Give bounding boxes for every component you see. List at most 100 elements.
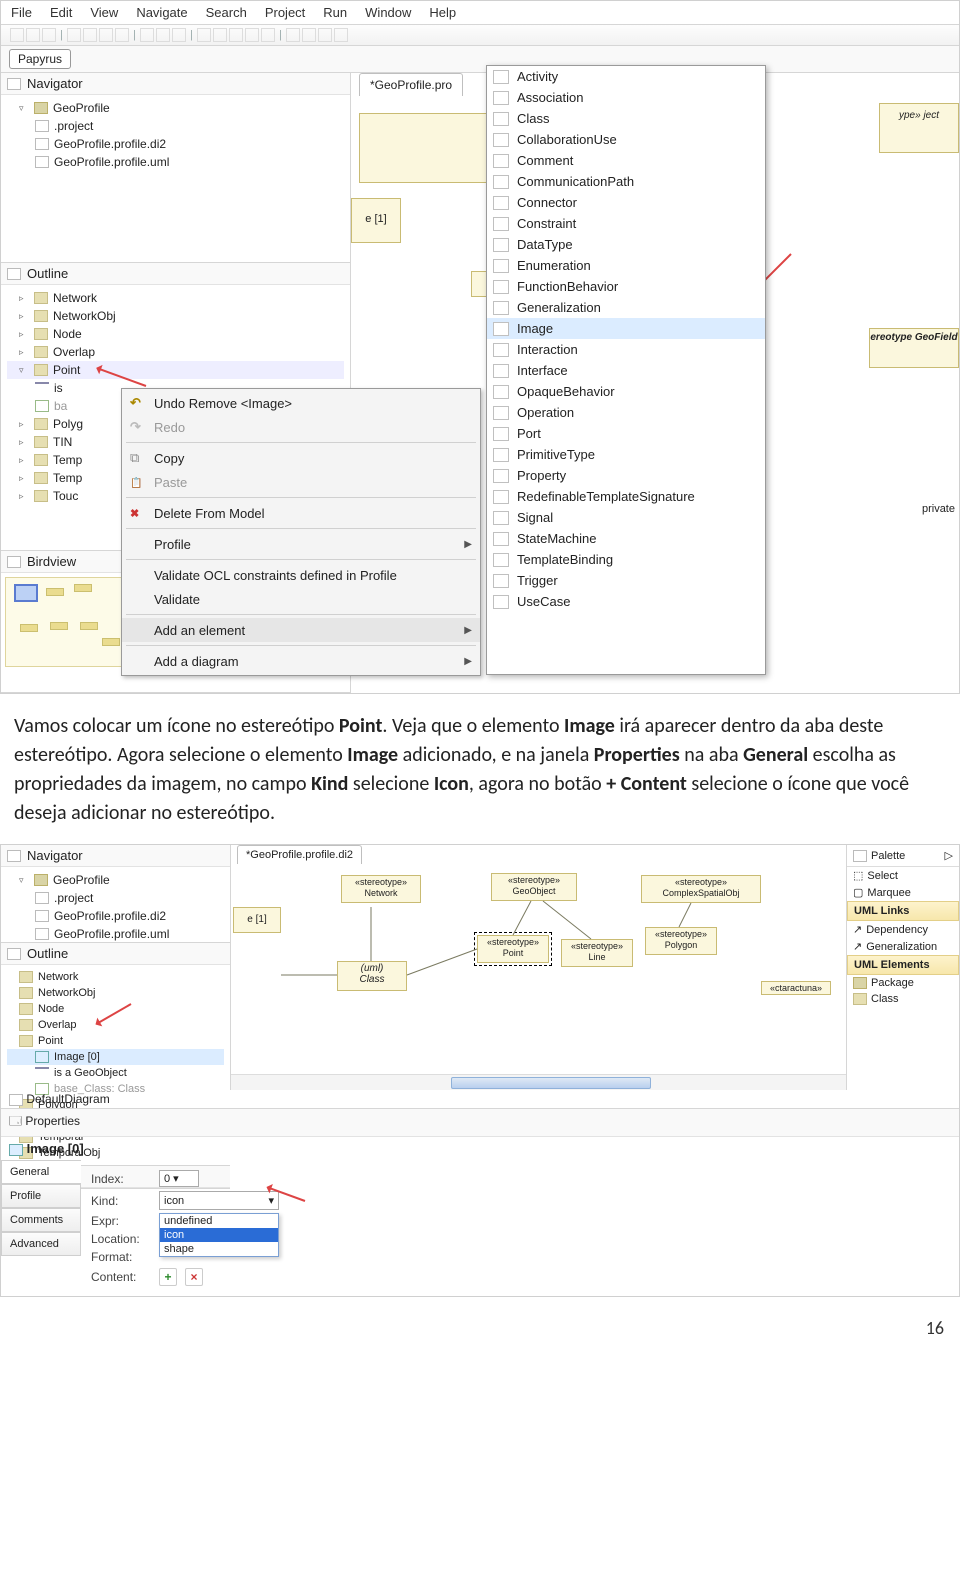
default-diagram-tab[interactable]: DefaultDiagram — [26, 1092, 109, 1106]
context-menu[interactable]: Undo Remove <Image> Redo Copy Paste Dele… — [121, 388, 481, 676]
ctx-redo[interactable]: Redo — [122, 415, 480, 439]
palette-marquee[interactable]: ▢Marquee — [847, 884, 959, 901]
file-uml[interactable]: GeoProfile.profile.uml — [54, 155, 169, 169]
palette-package[interactable]: Package — [847, 975, 959, 991]
submenu-item-communicationpath[interactable]: CommunicationPath — [487, 171, 765, 192]
properties-tab[interactable]: Properties — [25, 1114, 80, 1128]
menu-navigate[interactable]: Navigate — [136, 5, 187, 20]
outline-touches[interactable]: Touc — [53, 489, 78, 503]
menu-run[interactable]: Run — [323, 5, 347, 20]
submenu-item-primitivetype[interactable]: PrimitiveType — [487, 444, 765, 465]
submenu-item-opaquebehavior[interactable]: OpaqueBehavior — [487, 381, 765, 402]
menu-search[interactable]: Search — [206, 5, 247, 20]
kind-opt-icon[interactable]: icon — [160, 1228, 278, 1242]
ctx-profile[interactable]: Profile▶ — [122, 532, 480, 556]
palette-class[interactable]: Class — [847, 991, 959, 1007]
project-name[interactable]: GeoProfile — [53, 101, 110, 115]
proptab-profile[interactable]: Profile — [1, 1184, 81, 1208]
outline-tin[interactable]: TIN — [53, 435, 72, 449]
nav2-file0[interactable]: .project — [54, 891, 93, 905]
submenu-item-interaction[interactable]: Interaction — [487, 339, 765, 360]
submenu-item-usecase[interactable]: UseCase — [487, 591, 765, 612]
palette-uml-links[interactable]: UML Links — [847, 901, 959, 921]
submenu-item-class[interactable]: Class — [487, 108, 765, 129]
submenu-item-connector[interactable]: Connector — [487, 192, 765, 213]
o2-network[interactable]: Network — [38, 971, 78, 983]
proptab-general[interactable]: General — [1, 1160, 81, 1184]
proptab-comments[interactable]: Comments — [1, 1208, 81, 1232]
content-add-button[interactable]: + — [159, 1268, 177, 1286]
submenu-item-functionbehavior[interactable]: FunctionBehavior — [487, 276, 765, 297]
outline-polygon[interactable]: Polyg — [53, 417, 83, 431]
o2-networkobj[interactable]: NetworkObj — [38, 987, 95, 999]
ctx-delete[interactable]: Delete From Model — [122, 501, 480, 525]
submenu-item-statemachine[interactable]: StateMachine — [487, 528, 765, 549]
palette-collapse-icon[interactable]: ▷ — [945, 849, 953, 862]
submenu-item-interface[interactable]: Interface — [487, 360, 765, 381]
outline-point[interactable]: Point — [53, 363, 80, 377]
kind-combo[interactable]: icon▾ undefined icon shape — [159, 1191, 279, 1210]
proptab-advanced[interactable]: Advanced — [1, 1232, 81, 1256]
ctx-validate[interactable]: Validate — [122, 587, 480, 611]
ctx-undo[interactable]: Undo Remove <Image> — [122, 391, 480, 415]
o2-gen[interactable]: is a GeoObject — [54, 1067, 127, 1079]
outline-node[interactable]: Node — [53, 327, 82, 341]
kind-dropdown[interactable]: undefined icon shape — [159, 1213, 279, 1257]
submenu-item-property[interactable]: Property — [487, 465, 765, 486]
main-toolbar[interactable]: | | | | — [1, 25, 959, 46]
menu-project[interactable]: Project — [265, 5, 305, 20]
palette-dependency[interactable]: ↗Dependency — [847, 921, 959, 938]
palette-uml-elements[interactable]: UML Elements — [847, 955, 959, 975]
palette[interactable]: Palette▷ ⬚Select ▢Marquee UML Links ↗Dep… — [847, 845, 959, 1090]
ctx-copy[interactable]: Copy — [122, 446, 480, 470]
outline-temp1[interactable]: Temp — [53, 453, 82, 467]
submenu-item-enumeration[interactable]: Enumeration — [487, 255, 765, 276]
navigator-tree[interactable]: ▿GeoProfile .project GeoProfile.profile.… — [1, 95, 350, 175]
main-menu-bar[interactable]: File Edit View Navigate Search Project R… — [1, 1, 959, 25]
o2-image[interactable]: Image [0] — [54, 1051, 100, 1063]
submenu-item-signal[interactable]: Signal — [487, 507, 765, 528]
add-element-submenu[interactable]: ActivityAssociationClassCollaborationUse… — [486, 65, 766, 675]
nav2-file2[interactable]: GeoProfile.profile.uml — [54, 927, 169, 941]
file-project[interactable]: .project — [54, 119, 93, 133]
submenu-item-trigger[interactable]: Trigger — [487, 570, 765, 591]
submenu-item-generalization[interactable]: Generalization — [487, 297, 765, 318]
submenu-item-comment[interactable]: Comment — [487, 150, 765, 171]
o2-node[interactable]: Node — [38, 1003, 64, 1015]
perspective-papyrus[interactable]: Papyrus — [9, 49, 71, 69]
nav2-project[interactable]: GeoProfile — [53, 873, 110, 887]
submenu-item-redefinabletemplatesignature[interactable]: RedefinableTemplateSignature — [487, 486, 765, 507]
palette-generalization[interactable]: ↗Generalization — [847, 938, 959, 955]
outline-overlap[interactable]: Overlap — [53, 345, 95, 359]
submenu-item-collaborationuse[interactable]: CollaborationUse — [487, 129, 765, 150]
menu-window[interactable]: Window — [365, 5, 411, 20]
outline-point-is[interactable]: is — [54, 381, 63, 395]
submenu-item-image[interactable]: Image — [487, 318, 765, 339]
ctx-add-element[interactable]: Add an element▶ — [122, 618, 480, 642]
ctx-add-diagram[interactable]: Add a diagram▶ — [122, 649, 480, 673]
content-remove-button[interactable]: × — [185, 1268, 203, 1286]
submenu-item-datatype[interactable]: DataType — [487, 234, 765, 255]
menu-edit[interactable]: Edit — [50, 5, 72, 20]
file-di2[interactable]: GeoProfile.profile.di2 — [54, 137, 166, 151]
kind-opt-shape[interactable]: shape — [160, 1242, 278, 1256]
outline-networkobj[interactable]: NetworkObj — [53, 309, 116, 323]
kind-opt-undefined[interactable]: undefined — [160, 1214, 278, 1228]
outline-temp2[interactable]: Temp — [53, 471, 82, 485]
submenu-item-operation[interactable]: Operation — [487, 402, 765, 423]
submenu-item-port[interactable]: Port — [487, 423, 765, 444]
o2-point[interactable]: Point — [38, 1035, 63, 1047]
palette-select[interactable]: ⬚Select — [847, 867, 959, 884]
submenu-item-association[interactable]: Association — [487, 87, 765, 108]
editor-tab[interactable]: *GeoProfile.pro — [359, 73, 463, 96]
menu-file[interactable]: File — [11, 5, 32, 20]
submenu-item-templatebinding[interactable]: TemplateBinding — [487, 549, 765, 570]
submenu-item-activity[interactable]: Activity — [487, 66, 765, 87]
nav2-tree[interactable]: ▿GeoProfile .project GeoProfile.profile.… — [1, 867, 230, 947]
ctx-validate-ocl[interactable]: Validate OCL constraints defined in Prof… — [122, 563, 480, 587]
outline-network[interactable]: Network — [53, 291, 97, 305]
o2-overlap[interactable]: Overlap — [38, 1019, 77, 1031]
horizontal-scrollbar[interactable] — [231, 1074, 846, 1090]
outline-point-base[interactable]: ba — [54, 399, 67, 413]
index-spinner[interactable]: 0 ▾ — [159, 1170, 199, 1187]
